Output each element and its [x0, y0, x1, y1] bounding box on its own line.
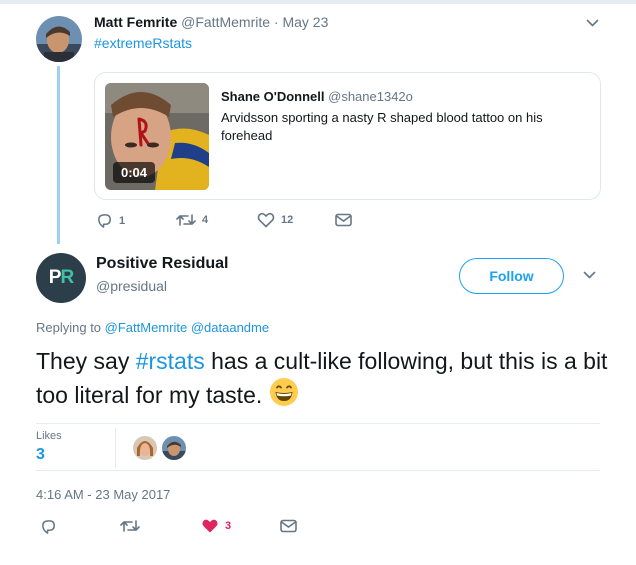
heart-icon: [257, 212, 275, 228]
like-action[interactable]: 12: [257, 212, 293, 228]
tweet-text-before: They say: [36, 348, 130, 374]
grinning-face-emoji-icon: [269, 377, 299, 407]
quoted-tweet-card[interactable]: 0:04 Shane O'Donnell @shane1342o Arvidss…: [94, 72, 601, 200]
reply-action[interactable]: 1: [96, 212, 125, 229]
retweet-action[interactable]: [120, 518, 140, 534]
dm-action[interactable]: [335, 213, 352, 227]
main-author-handle[interactable]: @presidual: [96, 278, 167, 294]
parent-separator-dot: ·: [273, 14, 279, 30]
envelope-icon: [280, 519, 297, 533]
parent-author-name[interactable]: Matt Femrite: [94, 14, 177, 30]
main-author-avatar[interactable]: PR: [36, 253, 86, 303]
thread-connector: [57, 66, 60, 244]
hashtag-link[interactable]: #rstats: [136, 348, 205, 374]
parent-author-handle[interactable]: @FattMemrite: [181, 14, 270, 30]
chevron-down-icon[interactable]: [583, 271, 596, 280]
replying-prefix: Replying to: [36, 320, 102, 335]
replying-to: Replying to @FattMemrite @dataandme: [36, 320, 269, 335]
parent-author-line: Matt Femrite @FattMemrite · May 23: [94, 14, 328, 30]
chevron-down-icon[interactable]: [586, 19, 599, 28]
reply-action[interactable]: [40, 518, 57, 535]
tweet-timestamp[interactable]: 4:16 AM - 23 May 2017: [36, 487, 170, 502]
likes-label[interactable]: Likes: [36, 430, 62, 442]
quoted-author-line: Shane O'Donnell @shane1342o: [221, 89, 413, 104]
parent-author-avatar[interactable]: [36, 16, 82, 62]
like-count: 3: [225, 520, 232, 532]
follow-button[interactable]: Follow: [459, 258, 564, 294]
liker-avatar[interactable]: [133, 436, 157, 460]
parent-date[interactable]: May 23: [282, 14, 328, 30]
main-author-name[interactable]: Positive Residual: [96, 255, 229, 273]
reply-count: 1: [119, 214, 126, 227]
quoted-author-handle: @shane1342o: [328, 89, 413, 104]
heart-icon: [201, 518, 219, 534]
dm-action[interactable]: [280, 519, 297, 533]
like-action[interactable]: 3: [201, 518, 231, 534]
speech-bubble-icon: [96, 212, 113, 229]
retweet-count: 4: [202, 214, 209, 226]
speech-bubble-icon: [40, 518, 57, 535]
reply-mention-link[interactable]: @dataandme: [191, 320, 269, 335]
retweet-arrows-icon: [120, 518, 140, 534]
like-count: 12: [281, 214, 294, 226]
main-tweet-text: They say #rstats has a cult-like followi…: [36, 345, 616, 411]
quoted-video-thumbnail[interactable]: 0:04: [105, 83, 209, 190]
liker-avatar[interactable]: [162, 436, 186, 460]
retweet-arrows-icon: [176, 212, 196, 228]
top-divider: [0, 0, 636, 4]
envelope-icon: [335, 213, 352, 227]
retweet-action[interactable]: 4: [176, 212, 208, 228]
stats-divider-top: [36, 423, 600, 424]
parent-hashtag[interactable]: #extremeRstats: [94, 35, 192, 51]
stats-vertical-divider: [115, 428, 116, 468]
quoted-author-name: Shane O'Donnell: [221, 89, 325, 104]
avatar-letter-r: R: [60, 267, 74, 288]
stats-divider-bottom: [36, 470, 600, 471]
likes-count[interactable]: 3: [36, 446, 45, 464]
avatar-letter-p: P: [48, 267, 62, 288]
video-duration-badge: 0:04: [113, 162, 156, 183]
reply-mention-link[interactable]: @FattMemrite: [105, 320, 188, 335]
quoted-tweet-text: Arvidsson sporting a nasty R shaped bloo…: [221, 110, 543, 143]
